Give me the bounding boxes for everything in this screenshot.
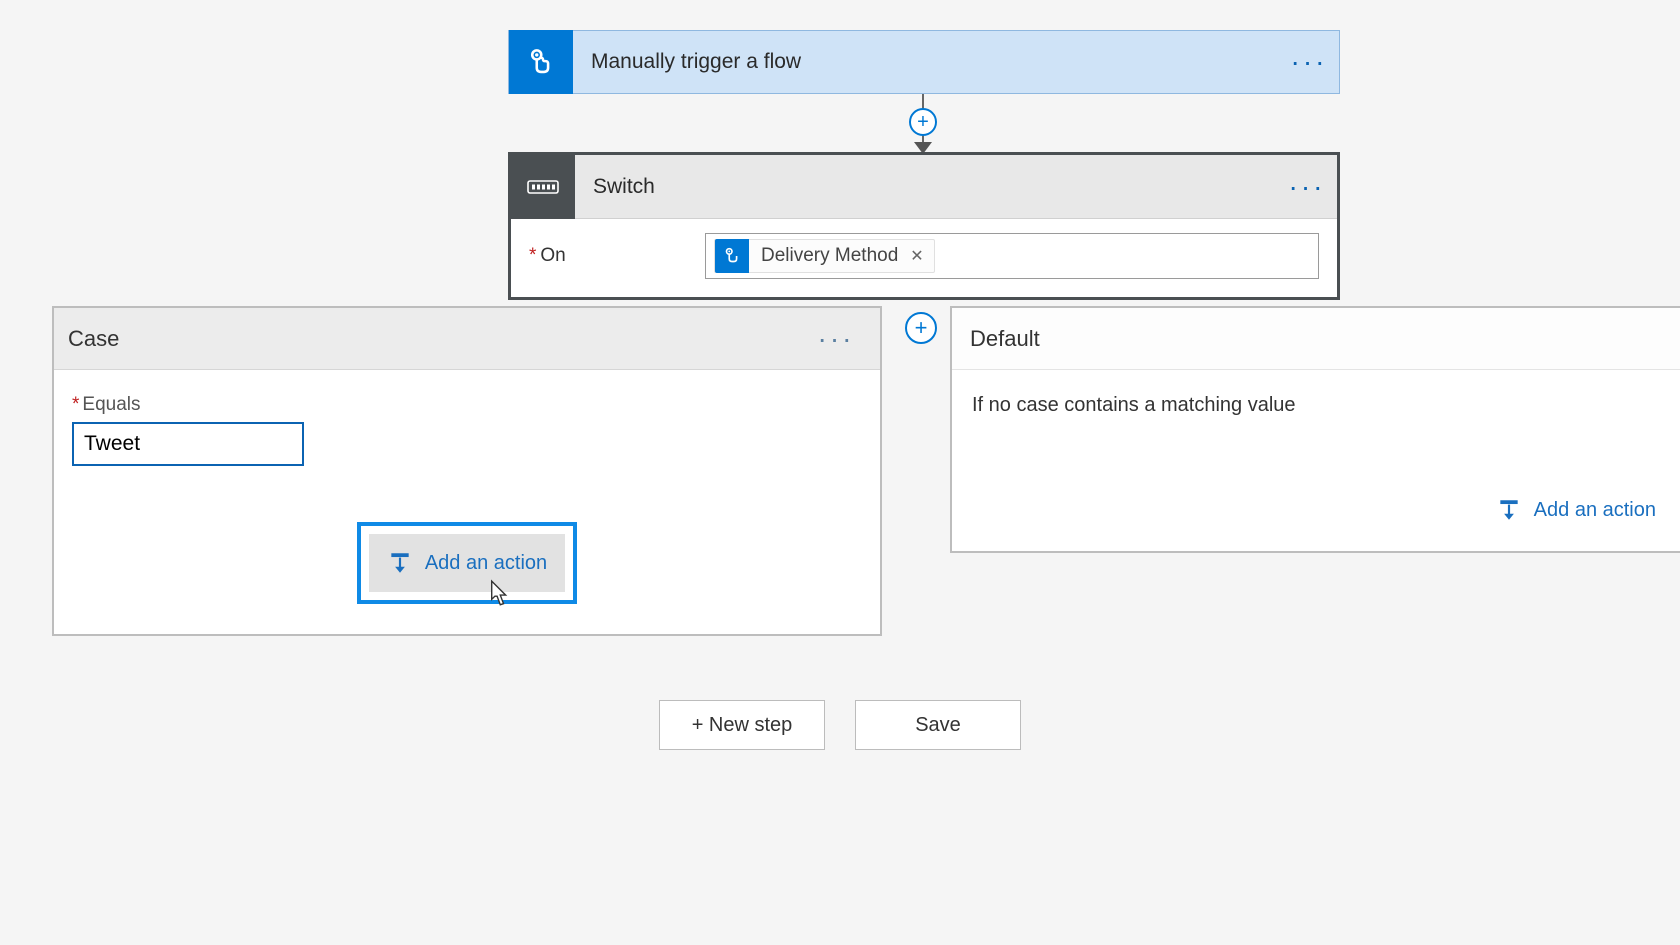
default-title: Default (970, 326, 1040, 352)
insert-step-button[interactable]: + (909, 108, 937, 136)
connector: + (922, 94, 924, 152)
equals-label: *Equals (72, 394, 862, 416)
bottom-bar: + New step Save (0, 700, 1680, 750)
add-action-icon (1496, 497, 1522, 523)
add-action-label: Add an action (1534, 499, 1656, 522)
trigger-card[interactable]: Manually trigger a flow ··· (508, 30, 1340, 94)
add-case-button[interactable]: + (905, 312, 937, 344)
switch-on-label: *On (529, 245, 705, 267)
case-add-action-button[interactable]: Add an action (369, 534, 565, 592)
switch-icon (511, 155, 575, 219)
trigger-title: Manually trigger a flow (573, 50, 1279, 74)
new-step-button[interactable]: + New step (659, 700, 825, 750)
trigger-more-icon[interactable]: ··· (1279, 57, 1339, 67)
equals-input[interactable] (72, 422, 304, 466)
token-remove-icon[interactable]: ✕ (908, 246, 933, 266)
case-more-icon[interactable]: ··· (806, 334, 866, 344)
case-card: Case ··· *Equals Add an action (52, 306, 882, 636)
default-card: Default If no case contains a matching v… (950, 306, 1680, 553)
default-add-action-button[interactable]: Add an action (972, 497, 1660, 523)
touch-icon (509, 30, 573, 94)
switch-header[interactable]: Switch ··· (511, 155, 1337, 219)
switch-on-input[interactable]: Delivery Method ✕ (705, 233, 1319, 279)
case-header[interactable]: Case ··· (54, 308, 880, 370)
default-description: If no case contains a matching value (972, 394, 1660, 417)
add-action-highlight: Add an action (357, 522, 577, 604)
switch-title: Switch (575, 175, 1277, 199)
save-button[interactable]: Save (855, 700, 1021, 750)
default-header[interactable]: Default (952, 308, 1680, 370)
case-title: Case (68, 326, 806, 352)
switch-more-icon[interactable]: ··· (1277, 182, 1337, 192)
switch-card: Switch ··· *On Delivery Method ✕ (508, 152, 1340, 300)
touch-icon (715, 239, 749, 273)
add-action-label: Add an action (425, 552, 547, 575)
dynamic-token[interactable]: Delivery Method ✕ (714, 239, 935, 273)
token-label: Delivery Method (749, 245, 908, 267)
add-action-icon (387, 550, 413, 576)
